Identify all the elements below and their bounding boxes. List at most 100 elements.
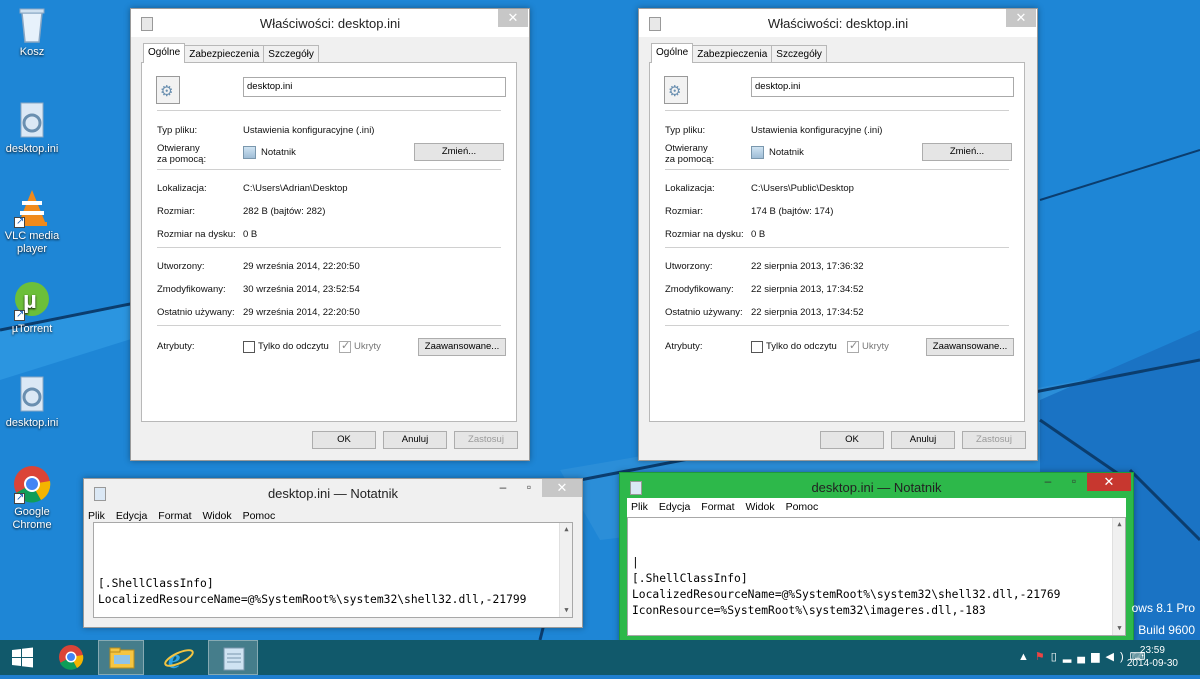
title-bar[interactable]: Właściwości: desktop.ini ✕ [639, 9, 1037, 37]
vertical-scrollbar[interactable]: ▲ ▼ [1112, 518, 1125, 635]
text-editor[interactable]: | [.ShellClassInfo] LocalizedResourceNam… [627, 517, 1126, 636]
readonly-checkbox[interactable] [751, 341, 763, 353]
battery-icon[interactable]: ▯ [1051, 651, 1063, 663]
created-value: 29 września 2014, 22:20:50 [243, 261, 360, 272]
openwith-app: Notatnik [261, 147, 296, 159]
close-button[interactable]: ✕ [1006, 9, 1036, 27]
maximize-button[interactable]: ▫ [516, 479, 542, 497]
scroll-up-icon[interactable]: ▲ [560, 523, 572, 536]
desktop-icon-desktop-ini[interactable]: desktop.ini [0, 101, 64, 156]
size-on-disk-label: Rozmiar na dysku: [157, 229, 236, 240]
taskbar-notepad[interactable] [208, 640, 258, 675]
cancel-button[interactable]: Anuluj [383, 431, 447, 449]
separator [157, 110, 501, 111]
taskbar-file-explorer[interactable] [98, 640, 144, 675]
system-clock[interactable]: 23:59 2014-09-30 [1127, 644, 1178, 670]
change-button[interactable]: Zmień... [414, 143, 504, 161]
chrome-icon [12, 464, 52, 504]
scroll-down-icon[interactable]: ▼ [560, 604, 572, 617]
menu-file[interactable]: Plik [84, 507, 109, 522]
notepad-window-2[interactable]: desktop.ini — Notatnik – ▫ ✕ Plik Edycja… [619, 472, 1134, 644]
ok-button[interactable]: OK [312, 431, 376, 449]
minimize-button[interactable]: – [490, 479, 516, 497]
advanced-button[interactable]: Zaawansowane... [418, 338, 506, 356]
menu-view[interactable]: Widok [198, 507, 235, 522]
desktop-icon-desktop-ini-2[interactable]: desktop.ini [0, 375, 64, 430]
location-label: Lokalizacja: [665, 183, 715, 194]
menu-bar: Plik Edycja Format Widok Pomoc [627, 498, 1126, 517]
title-bar[interactable]: desktop.ini — Notatnik – ▫ ✕ [620, 473, 1133, 501]
internet-explorer-icon: e [164, 644, 194, 675]
menu-format[interactable]: Format [697, 498, 738, 513]
start-button[interactable] [0, 640, 46, 675]
taskbar-internet-explorer[interactable]: e [156, 640, 202, 675]
menu-help[interactable]: Pomoc [782, 498, 823, 513]
network-signal-icon[interactable]: ▂▄▆ [1063, 651, 1106, 663]
type-value: Ustawienia konfiguracyjne (.ini) [751, 125, 883, 136]
menu-help[interactable]: Pomoc [239, 507, 280, 522]
vertical-scrollbar[interactable]: ▲ ▼ [559, 523, 572, 617]
show-hidden-icons-icon[interactable]: ▲ [1018, 651, 1035, 663]
windows-logo-icon [12, 647, 33, 668]
advanced-button[interactable]: Zaawansowane... [926, 338, 1014, 356]
title-bar[interactable]: desktop.ini — Notatnik – ▫ ✕ [84, 479, 582, 507]
notepad-window-1[interactable]: desktop.ini — Notatnik – ▫ ✕ Plik Edycja… [83, 478, 583, 628]
desktop-icon-chrome[interactable]: Google Chrome [0, 464, 64, 532]
desktop-icon-vlc[interactable]: VLC media player [0, 188, 64, 256]
text-editor[interactable]: [.ShellClassInfo] LocalizedResourceName=… [93, 522, 573, 618]
properties-window-2[interactable]: Właściwości: desktop.ini ✕ Ogólne Zabezp… [638, 8, 1038, 461]
created-label: Utworzony: [665, 261, 713, 272]
hidden-checkbox[interactable] [847, 339, 859, 353]
minimize-button[interactable]: – [1035, 473, 1061, 491]
close-button[interactable]: ✕ [1087, 473, 1131, 491]
menu-format[interactable]: Format [154, 507, 195, 522]
maximize-button[interactable]: ▫ [1061, 473, 1087, 491]
hidden-checkbox[interactable] [339, 339, 351, 353]
clock-date: 2014-09-30 [1126, 658, 1178, 669]
size-on-disk-value: 0 B [751, 229, 766, 240]
filename-field[interactable]: desktop.ini [751, 77, 1014, 97]
tab-general[interactable]: Ogólne [143, 43, 186, 63]
close-button[interactable]: ✕ [498, 9, 528, 27]
tab-details[interactable]: Szczegóły [771, 45, 827, 63]
size-label: Rozmiar: [157, 206, 196, 217]
separator [665, 110, 1009, 111]
location-label: Lokalizacja: [157, 183, 207, 194]
menu-view[interactable]: Widok [741, 498, 778, 513]
properties-window-1[interactable]: Właściwości: desktop.ini ✕ Ogólne Zabezp… [130, 8, 530, 461]
close-button[interactable]: ✕ [542, 479, 582, 497]
scroll-down-icon[interactable]: ▼ [1113, 622, 1125, 635]
accessed-label: Ostatnio używany: [665, 307, 743, 318]
taskbar-chrome[interactable] [48, 640, 94, 675]
desktop-icon-recycle-bin[interactable]: Kosz [0, 4, 64, 59]
tab-security[interactable]: Zabezpieczenia [692, 45, 773, 63]
openwith-label-line1: Otwierany [665, 143, 708, 154]
ok-button[interactable]: OK [820, 431, 884, 449]
cancel-button[interactable]: Anuluj [891, 431, 955, 449]
filename-field[interactable]: desktop.ini [243, 77, 506, 97]
change-button[interactable]: Zmień... [922, 143, 1012, 161]
created-label: Utworzony: [157, 261, 205, 272]
readonly-checkbox[interactable] [243, 341, 255, 353]
openwith-label-line2: za pomocą: [665, 154, 715, 165]
menu-edit[interactable]: Edycja [112, 507, 152, 522]
openwith-label: Otwierany za pomocą: [665, 143, 714, 165]
tab-general[interactable]: Ogólne [651, 43, 694, 63]
general-panel: desktop.ini Typ pliku: Ustawienia konfig… [141, 62, 517, 422]
menu-file[interactable]: Plik [627, 498, 652, 513]
scroll-up-icon[interactable]: ▲ [1113, 518, 1125, 531]
menu-edit[interactable]: Edycja [655, 498, 695, 513]
separator [157, 325, 501, 326]
size-on-disk-value: 0 B [243, 229, 258, 240]
desktop-icon-utorrent[interactable]: µ µTorrent [0, 281, 64, 336]
type-label: Typ pliku: [665, 125, 706, 136]
tab-details[interactable]: Szczegóły [263, 45, 319, 63]
tab-security[interactable]: Zabezpieczenia [184, 45, 265, 63]
modified-value: 30 września 2014, 23:52:54 [243, 284, 360, 295]
openwith-label-line1: Otwierany [157, 143, 200, 154]
title-bar[interactable]: Właściwości: desktop.ini ✕ [131, 9, 529, 37]
apply-button[interactable]: Zastosuj [454, 431, 518, 449]
action-center-flag-icon[interactable]: ⚑ [1035, 651, 1051, 663]
apply-button[interactable]: Zastosuj [962, 431, 1026, 449]
taskbar: e ▲⚑▯▂▄▆◀)⌨ 23:59 2014-09-30 [0, 640, 1200, 675]
